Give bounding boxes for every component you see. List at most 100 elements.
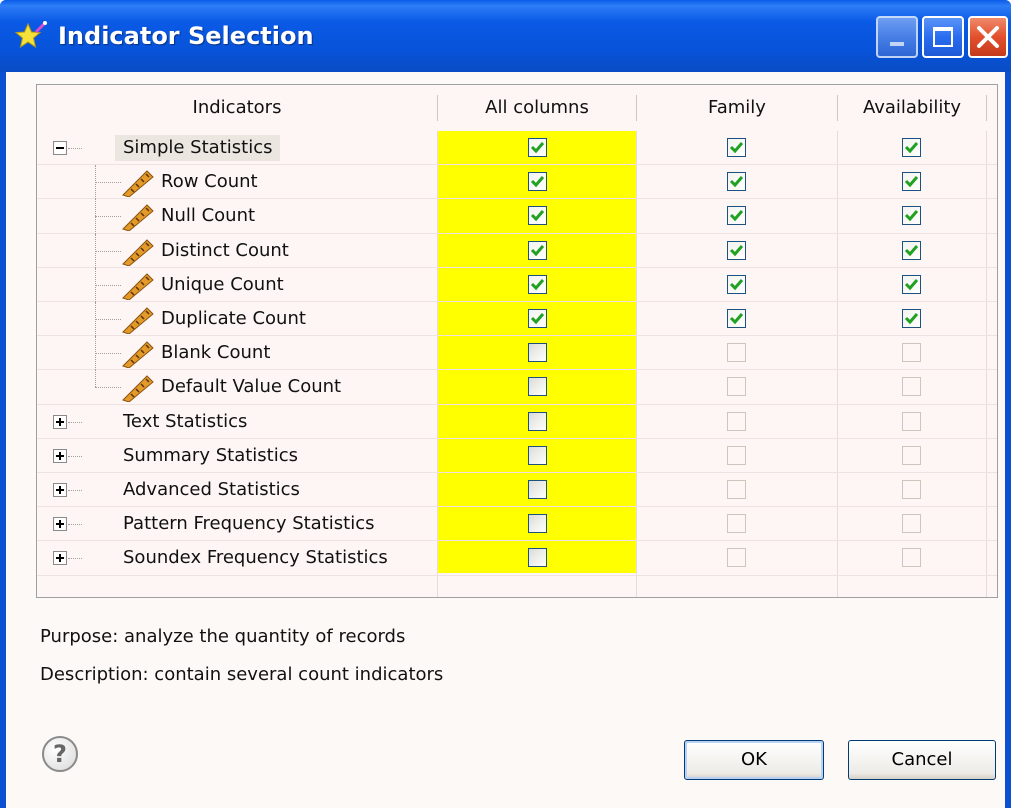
all-columns-checkbox[interactable] bbox=[528, 274, 547, 294]
family-checkbox[interactable] bbox=[727, 172, 746, 192]
minimize-icon bbox=[890, 42, 904, 46]
availability-checkbox bbox=[902, 514, 921, 534]
availability-checkbox[interactable] bbox=[902, 172, 921, 192]
indicator-label[interactable]: Null Count bbox=[161, 203, 255, 229]
indicator-label[interactable]: Text Statistics bbox=[123, 409, 247, 435]
dialog-body: Indicators All columns Family Availabili… bbox=[6, 72, 1005, 808]
close-button[interactable] bbox=[968, 16, 1008, 58]
ok-button[interactable]: OK bbox=[684, 740, 824, 780]
indicator-label[interactable]: Unique Count bbox=[161, 272, 284, 298]
expand-icon[interactable] bbox=[53, 551, 67, 566]
family-checkbox bbox=[727, 343, 746, 363]
family-checkbox bbox=[727, 514, 746, 534]
availability-checkbox[interactable] bbox=[902, 240, 921, 260]
all-columns-checkbox[interactable] bbox=[528, 309, 547, 329]
tree-row[interactable]: Blank Count bbox=[37, 336, 997, 371]
all-columns-checkbox[interactable] bbox=[528, 480, 547, 500]
help-icon: ? bbox=[53, 740, 67, 768]
indicator-label[interactable]: Pattern Frequency Statistics bbox=[123, 511, 374, 537]
availability-checkbox bbox=[902, 377, 921, 397]
all-columns-checkbox[interactable] bbox=[528, 343, 547, 363]
tree-connector bbox=[95, 319, 121, 321]
tree-row[interactable]: Distinct Count bbox=[37, 233, 997, 268]
family-checkbox[interactable] bbox=[727, 240, 746, 260]
all-columns-checkbox[interactable] bbox=[528, 377, 547, 397]
all-columns-checkbox[interactable] bbox=[528, 172, 547, 192]
tree-row[interactable]: Advanced Statistics bbox=[37, 473, 997, 508]
family-checkbox[interactable] bbox=[727, 309, 746, 329]
tree-row[interactable]: Text Statistics bbox=[37, 405, 997, 439]
availability-checkbox[interactable] bbox=[902, 138, 921, 158]
tree-connector bbox=[68, 524, 82, 526]
column-header-availability[interactable]: Availability bbox=[838, 85, 986, 131]
availability-checkbox bbox=[902, 480, 921, 500]
minimize-button[interactable] bbox=[876, 16, 918, 58]
tree-row[interactable]: Summary Statistics bbox=[37, 439, 997, 473]
all-columns-checkbox[interactable] bbox=[528, 206, 547, 226]
availability-checkbox[interactable] bbox=[902, 206, 921, 226]
expand-icon[interactable] bbox=[53, 483, 67, 498]
all-columns-checkbox[interactable] bbox=[528, 240, 547, 260]
indicator-label[interactable]: Row Count bbox=[161, 169, 258, 195]
tree-connector bbox=[68, 455, 82, 457]
tree-row[interactable]: Null Count bbox=[37, 199, 997, 234]
tree-row[interactable]: Pattern Frequency Statistics bbox=[37, 507, 997, 542]
help-button[interactable]: ? bbox=[42, 736, 78, 772]
ruler-icon bbox=[121, 270, 155, 301]
column-header-indicators[interactable]: Indicators bbox=[37, 85, 437, 131]
tree-row[interactable]: Default Value Count bbox=[37, 370, 997, 405]
availability-checkbox bbox=[902, 445, 921, 465]
indicator-label[interactable]: Advanced Statistics bbox=[123, 477, 300, 503]
purpose-text: Purpose: analyze the quantity of records bbox=[40, 626, 406, 647]
maximize-button[interactable] bbox=[922, 16, 964, 58]
indicator-tree-table[interactable]: Indicators All columns Family Availabili… bbox=[36, 84, 998, 598]
availability-checkbox bbox=[902, 411, 921, 431]
tree-row[interactable]: Row Count bbox=[37, 165, 997, 200]
indicator-label[interactable]: Blank Count bbox=[161, 340, 270, 366]
availability-checkbox[interactable] bbox=[902, 309, 921, 329]
window-title: Indicator Selection bbox=[58, 22, 314, 50]
availability-checkbox[interactable] bbox=[902, 274, 921, 294]
ruler-icon bbox=[121, 372, 155, 404]
tree-row[interactable]: Simple Statistics bbox=[37, 131, 997, 166]
tree-row[interactable]: Soundex Frequency Statistics bbox=[37, 541, 997, 576]
tree-connector bbox=[95, 353, 121, 355]
cancel-button[interactable]: Cancel bbox=[848, 740, 996, 780]
column-header-all-columns[interactable]: All columns bbox=[438, 85, 636, 131]
family-checkbox bbox=[727, 445, 746, 465]
indicator-label[interactable]: Simple Statistics bbox=[115, 135, 281, 161]
all-columns-checkbox[interactable] bbox=[528, 411, 547, 431]
indicator-label[interactable]: Duplicate Count bbox=[161, 306, 306, 332]
ruler-icon bbox=[121, 338, 155, 369]
indicator-label[interactable]: Summary Statistics bbox=[123, 443, 298, 469]
family-checkbox[interactable] bbox=[727, 274, 746, 294]
indicator-label[interactable]: Default Value Count bbox=[161, 374, 341, 400]
tree-connector bbox=[95, 250, 121, 252]
all-columns-checkbox[interactable] bbox=[528, 138, 547, 158]
header-divider[interactable] bbox=[986, 95, 987, 121]
family-checkbox bbox=[727, 480, 746, 500]
indicator-label[interactable]: Distinct Count bbox=[161, 238, 289, 264]
tree-row[interactable]: Unique Count bbox=[37, 267, 997, 302]
family-checkbox[interactable] bbox=[727, 206, 746, 226]
indicator-label[interactable]: Soundex Frequency Statistics bbox=[123, 545, 388, 571]
expand-icon[interactable] bbox=[53, 517, 67, 532]
tree-row[interactable]: Duplicate Count bbox=[37, 302, 997, 337]
title-bar[interactable]: Indicator Selection bbox=[0, 0, 1011, 72]
family-checkbox bbox=[727, 377, 746, 397]
star-wand-icon bbox=[14, 21, 47, 49]
expand-icon[interactable] bbox=[53, 414, 67, 429]
family-checkbox[interactable] bbox=[727, 138, 746, 158]
expand-icon[interactable] bbox=[53, 448, 67, 463]
all-columns-checkbox[interactable] bbox=[528, 548, 547, 568]
all-columns-checkbox[interactable] bbox=[528, 445, 547, 465]
table-header: Indicators All columns Family Availabili… bbox=[37, 85, 997, 131]
column-header-family[interactable]: Family bbox=[637, 85, 837, 131]
family-checkbox bbox=[727, 548, 746, 568]
ruler-icon bbox=[121, 167, 155, 198]
collapse-icon[interactable] bbox=[53, 141, 67, 156]
close-icon bbox=[977, 26, 999, 48]
ruler-icon bbox=[121, 236, 155, 267]
tree-connector bbox=[68, 490, 82, 492]
all-columns-checkbox[interactable] bbox=[528, 514, 547, 534]
